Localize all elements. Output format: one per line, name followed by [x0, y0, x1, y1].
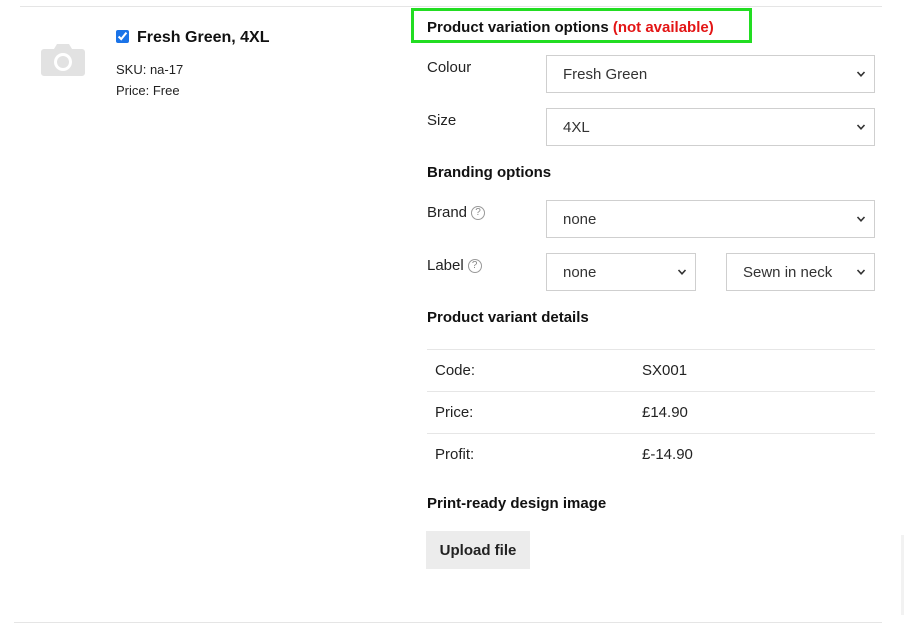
- table-row: Profit: £-14.90: [427, 433, 875, 475]
- details-key: Price:: [427, 391, 632, 434]
- details-heading: Product variant details: [427, 309, 589, 326]
- table-row: Code: SX001: [427, 349, 875, 392]
- brand-label: Brand ?: [427, 204, 486, 221]
- availability-status: (not available): [612, 19, 714, 36]
- size-select[interactable]: 4XL: [546, 108, 875, 146]
- label-select[interactable]: none: [546, 253, 696, 291]
- help-circle-icon[interactable]: ?: [467, 258, 482, 273]
- size-label: Size: [427, 112, 457, 129]
- camera-icon: [41, 44, 85, 76]
- colour-select[interactable]: Fresh Green: [546, 55, 875, 93]
- details-table: Code: SX001 Price: £14.90 Profit: £-14.9…: [427, 349, 875, 475]
- chevron-down-icon: [856, 269, 866, 275]
- chevron-down-icon: [856, 71, 866, 77]
- product-select-checkbox[interactable]: [116, 30, 129, 43]
- branding-heading: Branding options: [427, 164, 552, 181]
- help-circle-icon[interactable]: ?: [471, 205, 486, 220]
- upload-file-button[interactable]: Upload file: [426, 531, 530, 569]
- details-value: £14.90: [632, 391, 875, 434]
- label-position-select[interactable]: Sewn in neck: [726, 253, 875, 291]
- chevron-down-icon: [677, 269, 687, 275]
- chevron-down-icon: [856, 124, 866, 130]
- details-key: Code:: [427, 349, 632, 392]
- table-row: Price: £14.90: [427, 391, 875, 434]
- brand-select[interactable]: none: [546, 200, 875, 238]
- details-value: SX001: [632, 349, 875, 392]
- variation-heading: Product variation options (not available…: [427, 19, 714, 36]
- bottom-divider: [14, 622, 882, 623]
- design-heading: Print-ready design image: [427, 495, 607, 512]
- label-label: Label ?: [427, 257, 482, 274]
- product-sku: SKU: na-17: [116, 62, 184, 77]
- details-value: £-14.90: [632, 433, 875, 475]
- colour-label: Colour: [427, 59, 472, 76]
- chevron-down-icon: [856, 216, 866, 222]
- product-price: Price: Free: [116, 83, 180, 98]
- details-key: Profit:: [427, 433, 632, 475]
- product-title: Fresh Green, 4XL: [137, 29, 270, 46]
- top-divider: [20, 6, 882, 7]
